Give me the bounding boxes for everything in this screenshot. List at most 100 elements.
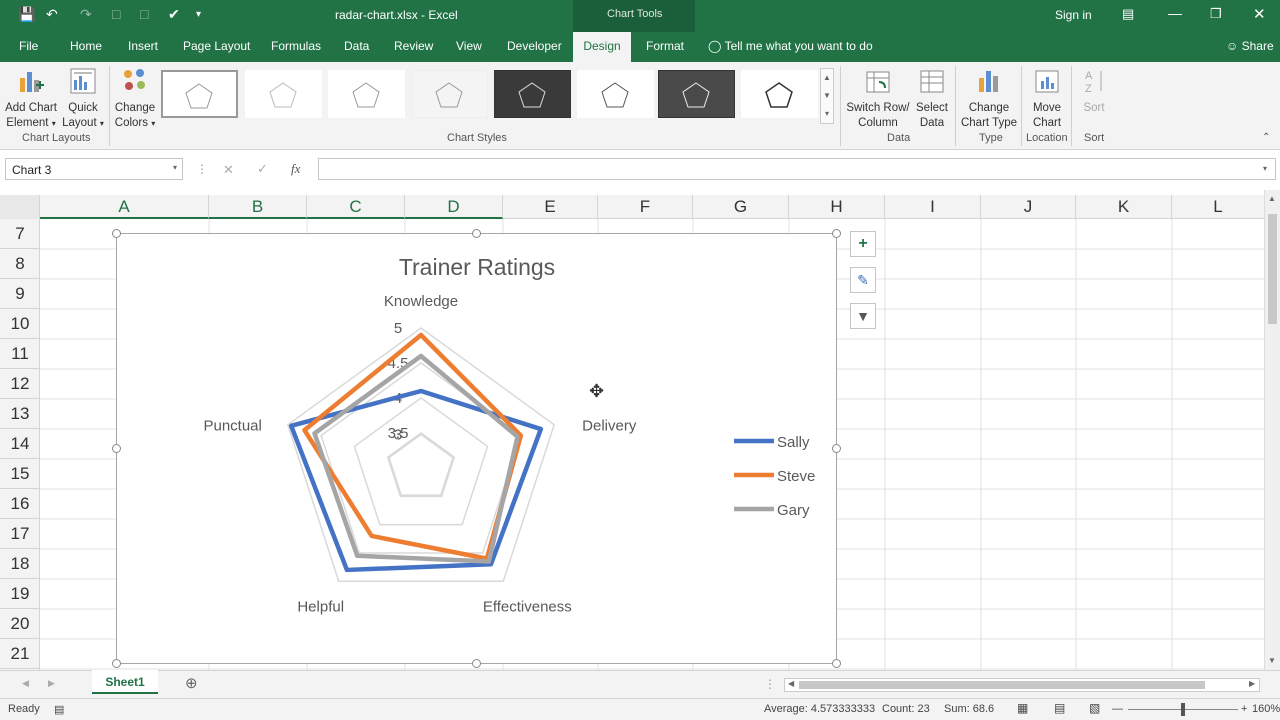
format-painter-icon[interactable]: ✔ xyxy=(168,6,180,23)
chevron-down-icon[interactable]: ▾ xyxy=(173,163,177,172)
resize-handle[interactable] xyxy=(832,229,841,238)
row-header-10[interactable]: 10 xyxy=(0,309,40,339)
enter-icon[interactable]: ✓ xyxy=(257,161,268,177)
row-header-20[interactable]: 20 xyxy=(0,609,40,639)
resize-handle[interactable] xyxy=(472,229,481,238)
zoom-level[interactable]: 160% xyxy=(1252,703,1280,715)
resize-handle[interactable] xyxy=(112,229,121,238)
restore-icon[interactable]: ❐ xyxy=(1210,6,1222,22)
tab-developer[interactable]: Developer xyxy=(507,39,562,53)
undo-icon[interactable]: ↶ xyxy=(46,6,58,23)
redo-icon[interactable]: ↷ xyxy=(80,6,92,23)
tab-file[interactable]: File xyxy=(19,39,38,53)
tab-page-layout[interactable]: Page Layout xyxy=(183,39,250,53)
scroll-right-icon[interactable]: ▶ xyxy=(1249,679,1255,688)
radar-chart[interactable]: Trainer Ratings 3 3.5 4 4.5 5 Knowledge Deliv… xyxy=(112,229,841,668)
macro-record-icon[interactable]: ▤ xyxy=(54,703,64,716)
copy-icon[interactable]: □ xyxy=(140,6,148,22)
row-header-17[interactable]: 17 xyxy=(0,519,40,549)
row-header-12[interactable]: 12 xyxy=(0,369,40,399)
horizontal-scrollbar[interactable]: ◀ ▶ xyxy=(784,678,1260,692)
customize-qat-icon[interactable]: ▾ xyxy=(196,9,201,20)
tab-design[interactable]: Design xyxy=(573,32,631,62)
file-icon[interactable]: □ xyxy=(112,6,120,22)
chart-elements-plus-icon[interactable]: + xyxy=(850,231,876,257)
chart-style-4[interactable] xyxy=(411,70,488,118)
expand-formula-icon[interactable]: ▾ xyxy=(1263,164,1267,173)
column-header-j[interactable]: J xyxy=(981,195,1076,219)
move-chart-button[interactable]: Move Chart xyxy=(1025,66,1069,131)
chart-title[interactable]: Trainer Ratings xyxy=(399,254,555,280)
insert-function-button[interactable]: fx xyxy=(291,161,300,177)
save-icon[interactable]: 💾 xyxy=(18,6,35,23)
gallery-scroll[interactable]: ▲ ▼ ▾ xyxy=(820,68,834,124)
chart-filter-icon[interactable]: ▼ xyxy=(850,303,876,329)
chart-style-1[interactable] xyxy=(161,70,238,118)
row-header-19[interactable]: 19 xyxy=(0,579,40,609)
chart-style-2[interactable] xyxy=(245,70,322,118)
scroll-thumb[interactable] xyxy=(799,681,1205,689)
page-layout-view-icon[interactable]: ▤ xyxy=(1054,701,1065,715)
select-all-corner[interactable] xyxy=(0,195,40,219)
column-header-e[interactable]: E xyxy=(503,195,598,219)
row-header-18[interactable]: 18 xyxy=(0,549,40,579)
row-header-11[interactable]: 11 xyxy=(0,339,40,369)
column-header-d[interactable]: D xyxy=(405,195,503,219)
row-header-8[interactable]: 8 xyxy=(0,249,40,279)
column-header-b[interactable]: B xyxy=(209,195,307,219)
column-header-h[interactable]: H xyxy=(789,195,885,219)
chart-style-3[interactable] xyxy=(328,70,405,118)
tab-home[interactable]: Home xyxy=(70,39,102,53)
sort-button[interactable]: AZ Sort xyxy=(1076,66,1112,116)
row-header-14[interactable]: 14 xyxy=(0,429,40,459)
cancel-icon[interactable]: ✕ xyxy=(223,162,234,178)
tab-format[interactable]: Format xyxy=(646,39,684,53)
tab-review[interactable]: Review xyxy=(394,39,433,53)
column-header-a[interactable]: A xyxy=(40,195,209,219)
row-header-13[interactable]: 13 xyxy=(0,399,40,429)
change-chart-type-button[interactable]: Change Chart Type xyxy=(959,66,1019,131)
next-sheet-icon[interactable]: ▶ xyxy=(48,678,55,689)
row-header-21[interactable]: 21 xyxy=(0,639,40,669)
zoom-in-icon[interactable]: + xyxy=(1241,703,1247,715)
add-sheet-icon[interactable]: ⊕ xyxy=(185,674,198,692)
tab-formulas[interactable]: Formulas xyxy=(271,39,321,53)
scroll-down-icon[interactable]: ▼ xyxy=(1268,656,1276,665)
scroll-up-icon[interactable]: ▲ xyxy=(1268,194,1276,203)
column-header-c[interactable]: C xyxy=(307,195,405,219)
resize-handle[interactable] xyxy=(112,659,121,668)
zoom-out-icon[interactable]: — xyxy=(1112,703,1123,715)
ribbon-display-icon[interactable]: ▤ xyxy=(1122,6,1134,22)
page-break-view-icon[interactable]: ▧ xyxy=(1089,701,1100,715)
chart-style-5[interactable] xyxy=(494,70,571,118)
row-header-16[interactable]: 16 xyxy=(0,489,40,519)
sign-in-link[interactable]: Sign in xyxy=(1055,8,1092,22)
scroll-left-icon[interactable]: ◀ xyxy=(788,679,794,688)
chart-legend[interactable]: Sally Steve Gary xyxy=(734,434,815,519)
add-chart-element-button[interactable]: Add Chart Element ▾ xyxy=(3,66,59,131)
change-colors-button[interactable]: Change Colors ▾ xyxy=(112,66,158,131)
name-box[interactable]: Chart 3 ▾ xyxy=(5,158,183,180)
scroll-thumb[interactable] xyxy=(1268,214,1277,324)
chart-styles-brush-icon[interactable]: ✎ xyxy=(850,267,876,293)
column-header-g[interactable]: G xyxy=(693,195,789,219)
tab-view[interactable]: View xyxy=(456,39,482,53)
zoom-slider-thumb[interactable] xyxy=(1181,703,1185,716)
column-header-k[interactable]: K xyxy=(1076,195,1172,219)
vertical-scrollbar[interactable]: ▲ ▼ xyxy=(1264,190,1280,670)
column-header-l[interactable]: L xyxy=(1172,195,1264,219)
chart-style-8[interactable] xyxy=(741,70,818,118)
row-header-7[interactable]: 7 xyxy=(0,219,40,249)
chart-style-7[interactable] xyxy=(658,70,735,118)
tell-me-box[interactable]: ◯ Tell me what you want to do xyxy=(708,39,873,53)
minimize-icon[interactable]: — xyxy=(1168,5,1182,21)
row-header-9[interactable]: 9 xyxy=(0,279,40,309)
formula-input[interactable] xyxy=(318,158,1276,180)
share-button[interactable]: ☺ Share xyxy=(1226,39,1274,53)
prev-sheet-icon[interactable]: ◀ xyxy=(22,678,29,689)
chart-style-6[interactable] xyxy=(577,70,654,118)
close-icon[interactable]: ✕ xyxy=(1253,5,1266,23)
resize-handle[interactable] xyxy=(112,444,121,453)
column-header-i[interactable]: I xyxy=(885,195,981,219)
select-data-button[interactable]: Select Data xyxy=(912,66,952,131)
